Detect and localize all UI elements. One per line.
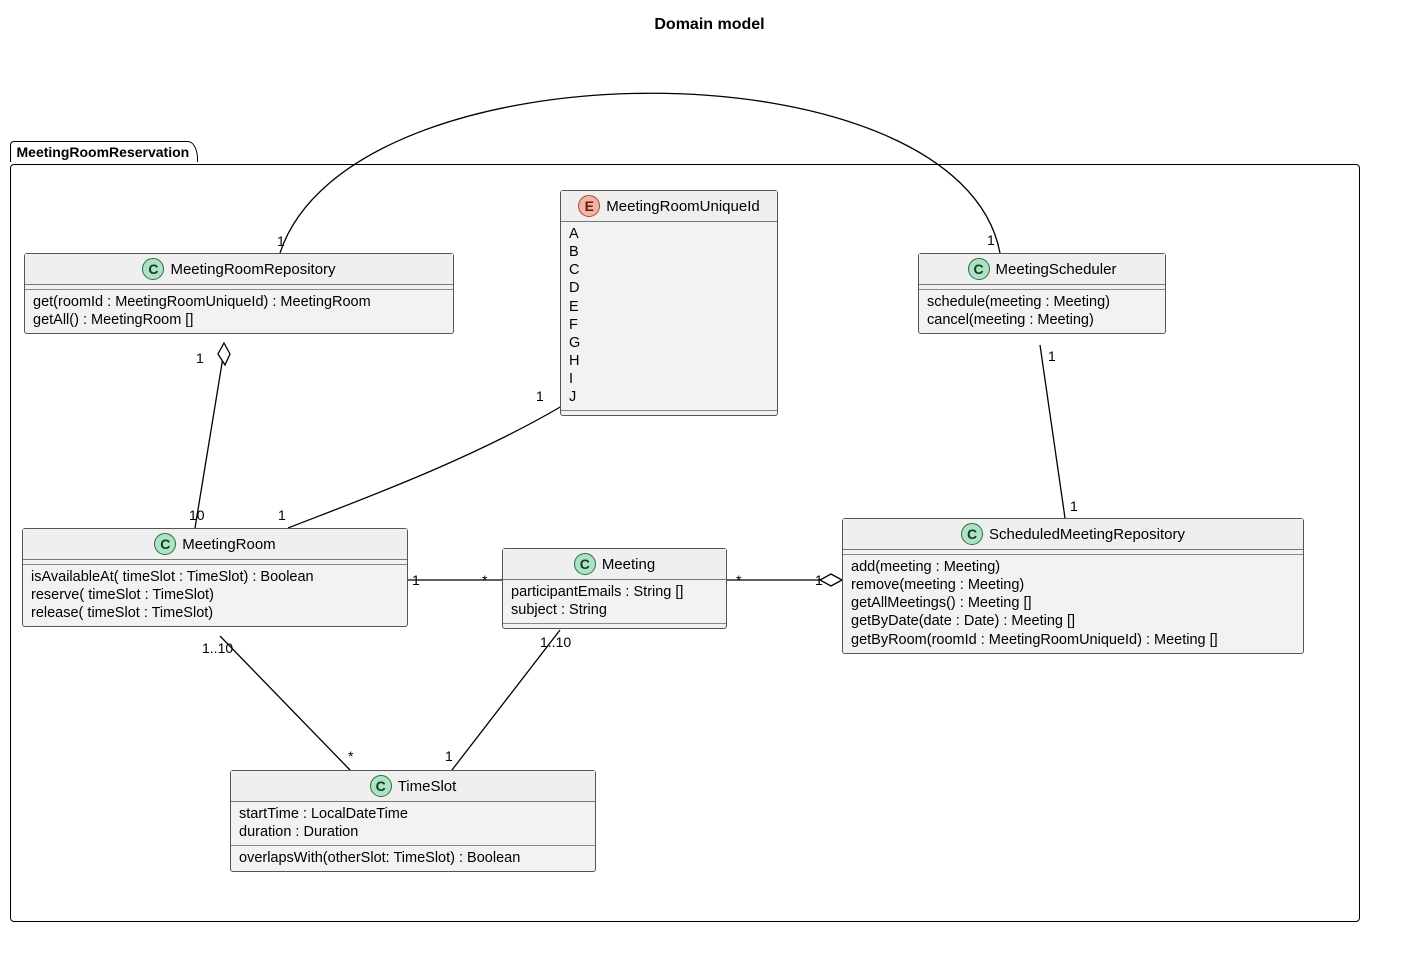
multiplicity-label: 10	[189, 507, 205, 523]
enum-literals: A B C D E F G H I J	[561, 222, 777, 411]
enum-meeting-room-unique-id: E MeetingRoomUniqueId A B C D E F G H I …	[560, 190, 778, 416]
class-attributes: startTime : LocalDateTime duration : Dur…	[231, 802, 595, 846]
class-methods: isAvailableAt( timeSlot : TimeSlot) : Bo…	[23, 565, 407, 626]
class-badge-icon: C	[574, 553, 596, 575]
class-attributes: participantEmails : String [] subject : …	[503, 580, 726, 624]
multiplicity-label: *	[736, 572, 741, 588]
multiplicity-label: 1	[445, 748, 453, 764]
class-meeting: C Meeting participantEmails : String [] …	[502, 548, 727, 629]
multiplicity-label: 1..10	[202, 640, 233, 656]
diagram-title: Domain model	[0, 16, 1419, 34]
multiplicity-label: 1	[1070, 498, 1078, 514]
multiplicity-label: 1	[1048, 348, 1056, 364]
class-name: MeetingRoom	[182, 536, 275, 553]
class-meeting-room-repository: C MeetingRoomRepository get(roomId : Mee…	[24, 253, 454, 334]
class-badge-icon: C	[370, 775, 392, 797]
class-methods: add(meeting : Meeting) remove(meeting : …	[843, 555, 1303, 653]
multiplicity-label: 1	[196, 350, 204, 366]
class-name: TimeSlot	[398, 778, 457, 795]
class-badge-icon: C	[154, 533, 176, 555]
class-meeting-scheduler: C MeetingScheduler schedule(meeting : Me…	[918, 253, 1166, 334]
multiplicity-label: 1	[278, 507, 286, 523]
class-methods: overlapsWith(otherSlot: TimeSlot) : Bool…	[231, 846, 595, 871]
multiplicity-label: *	[482, 572, 487, 588]
class-time-slot: C TimeSlot startTime : LocalDateTime dur…	[230, 770, 596, 872]
multiplicity-label: 1..10	[540, 634, 571, 650]
multiplicity-label: 1	[277, 233, 285, 249]
multiplicity-label: 1	[987, 232, 995, 248]
class-methods: schedule(meeting : Meeting) cancel(meeti…	[919, 290, 1165, 333]
class-meeting-room: C MeetingRoom isAvailableAt( timeSlot : …	[22, 528, 408, 627]
class-methods: get(roomId : MeetingRoomUniqueId) : Meet…	[25, 290, 453, 333]
multiplicity-label: *	[348, 748, 353, 764]
enum-badge-icon: E	[578, 195, 600, 217]
class-badge-icon: C	[968, 258, 990, 280]
class-scheduled-meeting-repository: C ScheduledMeetingRepository add(meeting…	[842, 518, 1304, 654]
multiplicity-label: 1	[536, 388, 544, 404]
class-name: MeetingRoomRepository	[170, 261, 335, 278]
multiplicity-label: 1	[412, 572, 420, 588]
class-badge-icon: C	[961, 523, 983, 545]
class-name: MeetingRoomUniqueId	[606, 198, 759, 215]
class-name: Meeting	[602, 556, 655, 573]
class-name: ScheduledMeetingRepository	[989, 526, 1185, 543]
class-badge-icon: C	[142, 258, 164, 280]
class-name: MeetingScheduler	[996, 261, 1117, 278]
package-label: MeetingRoomReservation	[10, 141, 199, 162]
multiplicity-label: 1	[815, 572, 823, 588]
